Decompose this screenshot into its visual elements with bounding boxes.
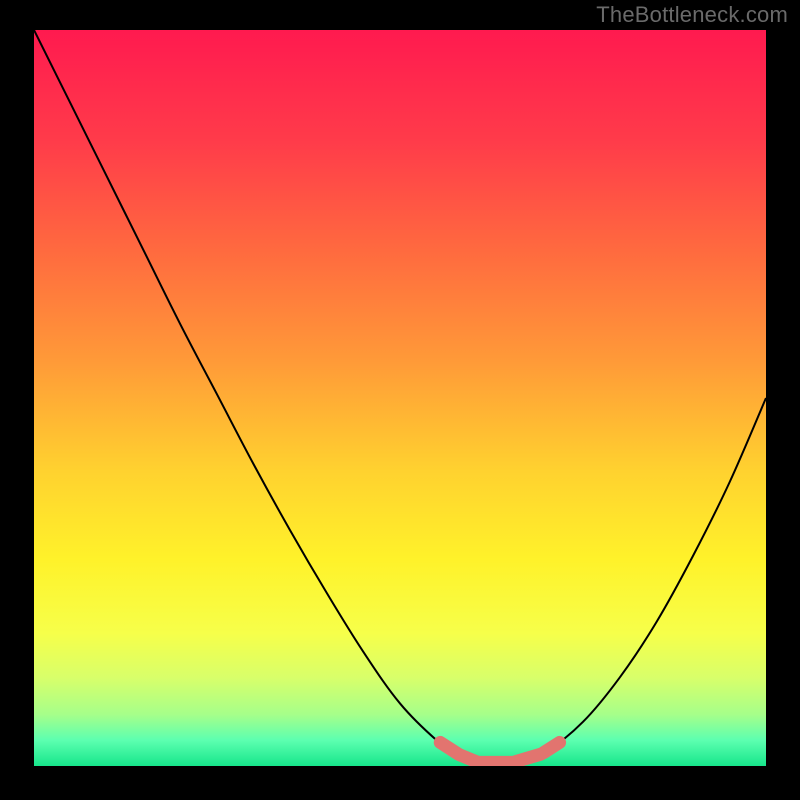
watermark-text: TheBottleneck.com <box>596 2 788 28</box>
bottleneck-curve <box>34 30 766 765</box>
chart-frame: TheBottleneck.com <box>0 0 800 800</box>
curve-layer <box>34 30 766 766</box>
plot-area <box>34 30 766 766</box>
marker-pill <box>543 742 559 752</box>
marker-pill <box>516 754 541 761</box>
marker-group <box>440 742 559 762</box>
